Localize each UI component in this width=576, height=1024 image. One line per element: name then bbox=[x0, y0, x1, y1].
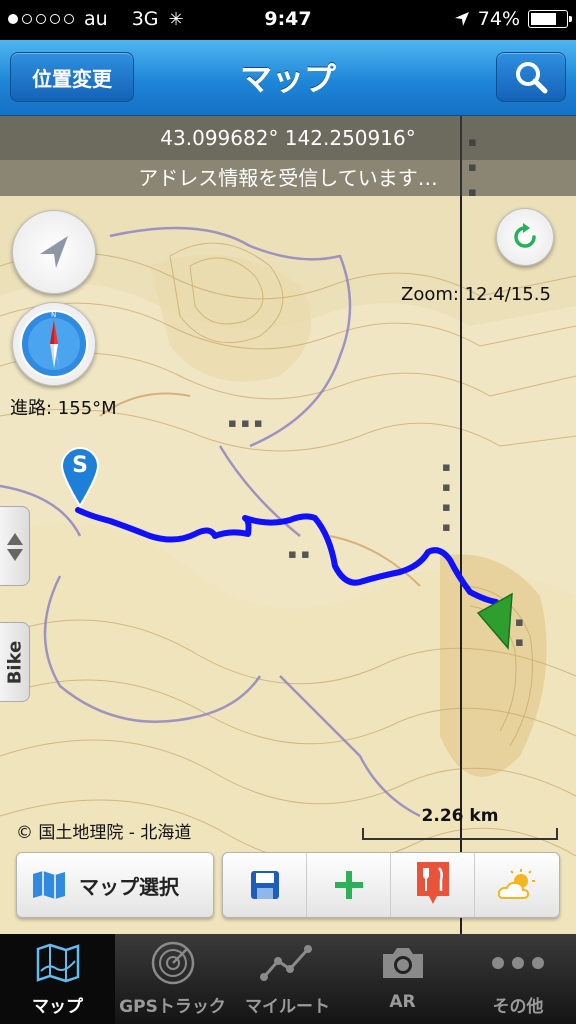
tab-ar[interactable]: AR bbox=[345, 934, 460, 1024]
location-arrow-icon bbox=[454, 12, 469, 26]
battery-label: 74% bbox=[477, 8, 520, 30]
address-status: アドレス情報を受信しています… bbox=[0, 160, 576, 196]
start-marker-label: S bbox=[72, 453, 88, 478]
scale-bar bbox=[362, 828, 558, 840]
tool-group bbox=[222, 852, 560, 918]
map-copyright: © 国土地理院 - 北海道 bbox=[16, 823, 192, 843]
up-down-arrows-icon bbox=[6, 533, 23, 561]
svg-text:▪: ▪ bbox=[515, 635, 524, 650]
refresh-button[interactable] bbox=[496, 208, 554, 266]
map-select-button[interactable]: マップ選択 bbox=[16, 852, 214, 918]
weather-icon bbox=[497, 869, 535, 899]
zoom-stepper[interactable] bbox=[0, 506, 30, 586]
map-icon bbox=[33, 871, 65, 899]
add-button[interactable] bbox=[307, 853, 391, 917]
tab-bar: マップ GPSトラック マイルート AR その他 bbox=[0, 934, 576, 1024]
heading-label: 進路: 155°M bbox=[10, 398, 117, 419]
tab-label: マップ bbox=[32, 997, 83, 1017]
svg-text:▪: ▪ bbox=[515, 615, 524, 630]
bike-mode-label: Bike bbox=[4, 640, 25, 684]
tab-gps-track[interactable]: GPSトラック bbox=[115, 934, 230, 1024]
map-icon bbox=[36, 943, 79, 983]
compass-icon: N bbox=[20, 310, 88, 378]
refresh-icon bbox=[514, 223, 536, 248]
page-title: マップ bbox=[239, 60, 336, 98]
radar-icon bbox=[151, 941, 194, 985]
svg-text:▪ ▪: ▪ ▪ bbox=[288, 547, 310, 562]
tab-map[interactable]: マップ bbox=[0, 934, 115, 1024]
status-right: 74% bbox=[454, 8, 572, 30]
tab-label: AR bbox=[389, 992, 416, 1012]
navigation-bar: 位置変更 マップ bbox=[0, 40, 576, 116]
route-icon bbox=[259, 945, 312, 981]
status-bar: au 3G ✳ 9:47 74% bbox=[0, 0, 576, 40]
compass-button[interactable]: N bbox=[12, 302, 96, 386]
tab-my-route[interactable]: マイルート bbox=[230, 934, 345, 1024]
location-arrow-icon bbox=[40, 236, 68, 268]
restaurant-button[interactable] bbox=[391, 853, 475, 917]
svg-text:▪: ▪ bbox=[442, 500, 451, 515]
scale-label: 2.26 km bbox=[421, 806, 499, 826]
locate-button[interactable] bbox=[12, 210, 96, 294]
tab-label: その他 bbox=[492, 997, 544, 1017]
add-icon bbox=[334, 871, 363, 899]
svg-text:▪: ▪ bbox=[442, 460, 451, 475]
svg-text:▪: ▪ bbox=[442, 480, 451, 495]
zoom-label: Zoom: 12.4/15.5 bbox=[401, 284, 551, 305]
map-select-label: マップ選択 bbox=[79, 874, 179, 899]
search-button[interactable] bbox=[496, 52, 566, 102]
more-icon bbox=[492, 957, 544, 969]
search-icon bbox=[516, 62, 548, 94]
tab-label: GPSトラック bbox=[119, 997, 226, 1017]
restaurant-icon bbox=[416, 862, 449, 904]
coordinates-display: 43.099682° 142.250916° bbox=[0, 116, 576, 160]
svg-text:N: N bbox=[51, 311, 56, 319]
battery-icon bbox=[528, 10, 572, 28]
map-view[interactable]: ▪ ▪ ▪ ▪ ▪ ▪ ▪ ▪ ▪ ▪ ▪ ▪ ▪ ▪ S 43.099682°… bbox=[0, 116, 576, 934]
save-button[interactable] bbox=[223, 853, 307, 917]
save-icon bbox=[250, 871, 279, 899]
tab-more[interactable]: その他 bbox=[460, 934, 576, 1024]
svg-text:▪ ▪ ▪: ▪ ▪ ▪ bbox=[228, 416, 263, 431]
weather-button[interactable] bbox=[475, 853, 559, 917]
svg-text:▪: ▪ bbox=[442, 520, 451, 535]
bike-mode-tab[interactable]: Bike bbox=[0, 622, 30, 702]
camera-icon bbox=[382, 948, 423, 978]
tab-label: マイルート bbox=[245, 997, 330, 1017]
